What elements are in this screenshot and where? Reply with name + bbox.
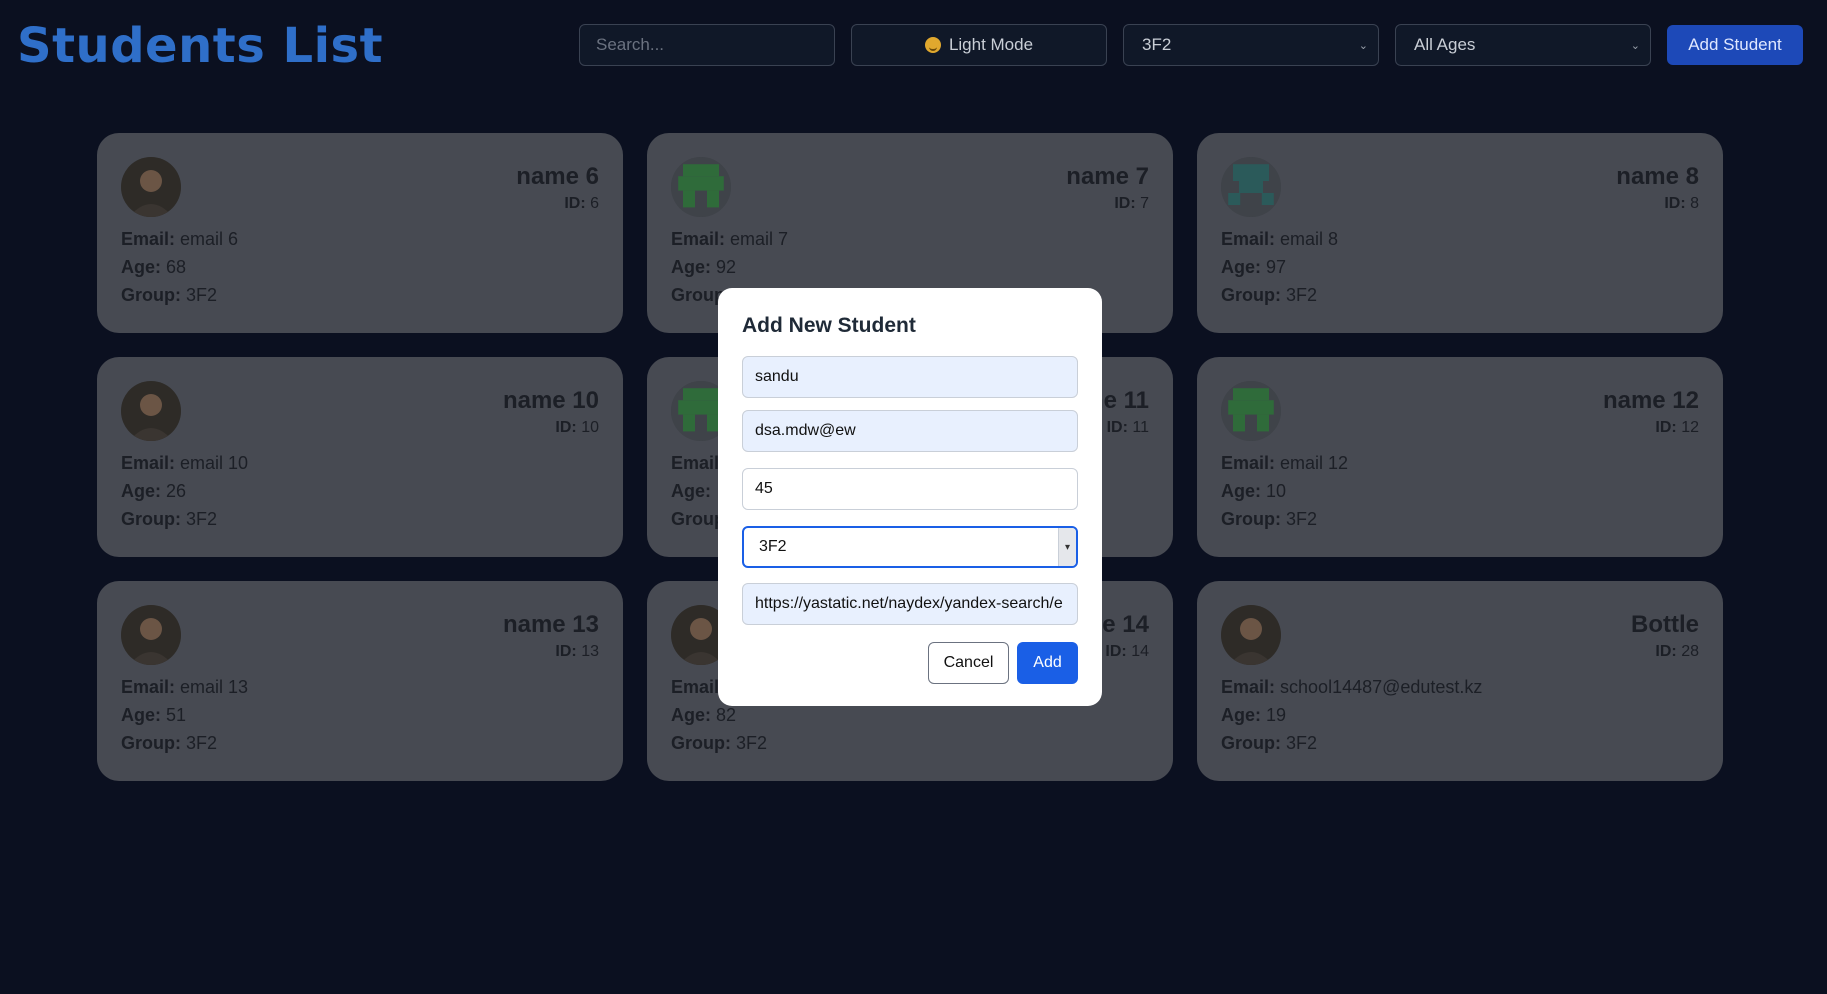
student-group: Group: 3F2 [121, 509, 218, 529]
email-input[interactable]: dsa.mdw@ew [742, 410, 1078, 452]
student-email: Email: email 6 [121, 229, 239, 249]
name-input[interactable]: sandu [742, 356, 1078, 398]
modal-title: Add New Student [742, 314, 916, 337]
student-name: name 10 [502, 387, 599, 414]
student-age: Age: 19 [1221, 705, 1287, 725]
group-select[interactable]: 3F2 ▾ [742, 526, 1078, 568]
app-header: Students List Search... Light Mode 3F2 ⌄… [0, 0, 1827, 92]
student-age: Age: 10 [1221, 481, 1287, 501]
student-card[interactable]: name 6 ID: 6 Email: email 6 Age: 68 Group: 3… [97, 133, 623, 333]
cancel-button[interactable]: Cancel [928, 642, 1009, 684]
student-email: Email: email 13 [121, 677, 249, 697]
student-card[interactable]: name 13 ID: 13 Email: email 13 Age: 51 Group… [97, 581, 623, 781]
group-filter-value: 3F2 [1142, 35, 1172, 54]
student-id: ID: 14 [1105, 643, 1149, 660]
chevron-down-icon[interactable]: ▾ [1058, 528, 1076, 566]
student-email: Email: [671, 677, 726, 697]
student-card[interactable]: Bottle ID: 28 Email: school14487@edutest.k… [1197, 581, 1723, 781]
student-id: ID: 10 [555, 419, 599, 436]
student-name: name 6 [516, 163, 599, 190]
add-student-button[interactable]: Add Student [1667, 25, 1803, 65]
student-id: ID: 8 [1664, 195, 1699, 212]
search-input[interactable]: Search... [579, 24, 835, 66]
student-group: Group: 3F2 [121, 285, 218, 305]
student-name: name 7 [1066, 163, 1149, 190]
student-group: Group: 3F2 [1221, 733, 1318, 753]
age-input[interactable]: 45 [742, 468, 1078, 510]
age-filter-select[interactable]: All Ages ⌄ [1395, 24, 1651, 66]
avatar [1221, 381, 1281, 441]
student-email: Email: email 10 [121, 453, 249, 473]
student-age: Age: 97 [1221, 257, 1287, 277]
avatar [1221, 605, 1281, 665]
student-id: ID: 12 [1655, 419, 1699, 436]
avatar [671, 157, 731, 217]
add-button[interactable]: Add [1017, 642, 1078, 684]
avatar [121, 381, 181, 441]
student-id: ID: 13 [555, 643, 599, 660]
student-id: ID: 11 [1106, 419, 1149, 436]
student-group: Group: 3F2 [1221, 285, 1318, 305]
avatar [121, 605, 181, 665]
student-email: Email: email 7 [671, 229, 789, 249]
student-age: Age: 82 [671, 705, 737, 725]
smile-icon [924, 37, 941, 53]
student-email: Email: school14487@edutest.kz [1221, 677, 1483, 697]
student-email: Email: email 8 [1221, 229, 1339, 249]
add-student-modal: Add New Student sandu dsa.mdw@ew 45 3F2 … [718, 288, 1102, 706]
student-id: ID: 6 [564, 195, 599, 212]
student-age: Age: 26 [121, 481, 187, 501]
student-card[interactable]: name 12 ID: 12 Email: email 12 Age: 10 Group… [1197, 357, 1723, 557]
student-name: name 12 [1602, 387, 1699, 414]
student-name: name 13 [502, 611, 599, 638]
avatar [1221, 157, 1281, 217]
avatar [121, 157, 181, 217]
theme-toggle-label: Light Mode [948, 35, 1034, 54]
student-id: ID: 28 [1655, 643, 1699, 660]
student-age: Age: 92 [671, 257, 737, 277]
page-title: Students List [17, 18, 384, 74]
student-email: Email: [671, 453, 726, 473]
age-filter-value: All Ages [1414, 35, 1476, 54]
student-card[interactable]: name 8 ID: 8 Email: email 8 Age: 97 Group: 3… [1197, 133, 1723, 333]
chevron-down-icon: ⌄ [1358, 39, 1368, 52]
student-name: Bottle [1631, 611, 1699, 638]
student-group: Group: 3F2 [671, 733, 768, 753]
student-name: name 8 [1616, 163, 1699, 190]
student-group: Group: 3F2 [121, 733, 218, 753]
group-filter-select[interactable]: 3F2 ⌄ [1123, 24, 1379, 66]
student-age: Age: 51 [121, 705, 187, 725]
student-age: Age: [671, 481, 711, 501]
chevron-down-icon: ⌄ [1630, 39, 1640, 52]
student-card[interactable]: name 10 ID: 10 Email: email 10 Age: 26 Group… [97, 357, 623, 557]
student-age: Age: 68 [121, 257, 187, 277]
student-email: Email: email 12 [1221, 453, 1349, 473]
student-id: ID: 7 [1114, 195, 1149, 212]
theme-toggle-button[interactable]: Light Mode [851, 24, 1107, 66]
photo-url-input[interactable]: https://yastatic.net/naydex/yandex-searc… [742, 583, 1078, 625]
group-select-value: 3F2 [759, 538, 787, 555]
student-group: Group: 3F2 [1221, 509, 1318, 529]
